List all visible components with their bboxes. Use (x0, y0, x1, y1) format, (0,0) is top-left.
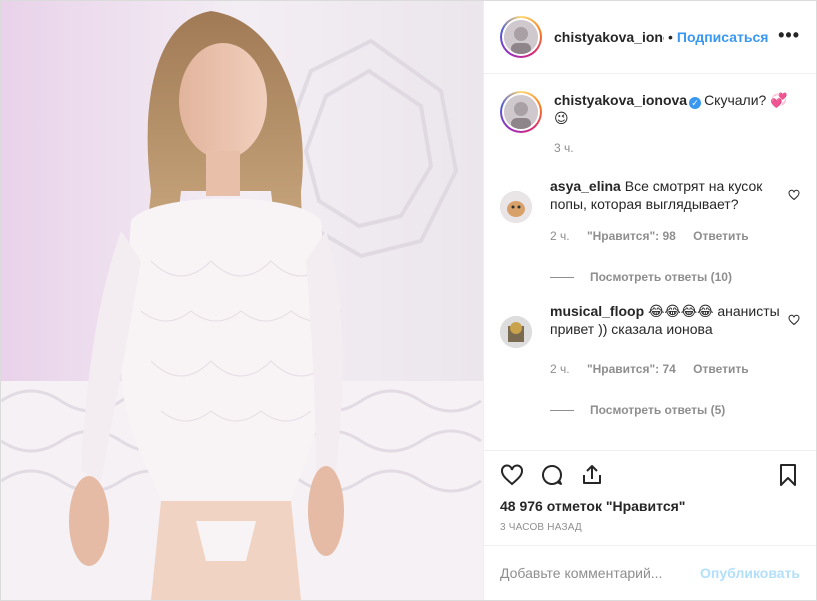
follow-button[interactable]: Подписаться (677, 29, 769, 45)
comment-likes[interactable]: "Нравится": 98 (587, 229, 676, 243)
comment-time[interactable]: 2 ч. (550, 362, 570, 376)
comment-icon[interactable] (540, 463, 564, 487)
view-replies-button[interactable]: Посмотреть ответы (5) (550, 403, 800, 417)
comment-time[interactable]: 2 ч. (550, 229, 570, 243)
separator-dot: • (668, 29, 673, 45)
comment-meta: 2 ч. "Нравится": 74 Ответить (550, 360, 780, 378)
reply-button[interactable]: Ответить (693, 362, 748, 376)
caption-body: chistyakova_ionova ✓ Скучали? 💞 😉 3 ч. (554, 91, 794, 157)
post-timestamp: 3 ЧАСОВ НАЗАД (500, 522, 582, 533)
reply-button[interactable]: Ответить (693, 229, 748, 243)
comment-meta: 2 ч. "Нравится": 98 Ответить (550, 227, 780, 245)
heart-icon[interactable] (500, 463, 524, 487)
caption-username[interactable]: chistyakova_ionova (554, 92, 687, 108)
post-photo[interactable] (1, 1, 483, 600)
instagram-post: chistyakova_ionc • Подписаться ••• chist… (0, 0, 817, 601)
verified-icon: ✓ (689, 97, 702, 109)
view-replies-label: Посмотреть ответы (10) (590, 270, 732, 284)
view-replies-label: Посмотреть ответы (5) (590, 403, 726, 417)
post-side-panel: chistyakova_ionc • Подписаться ••• chist… (483, 1, 816, 600)
commenter-avatar[interactable] (500, 316, 532, 348)
caption: chistyakova_ionova ✓ Скучали? 💞 😉 3 ч. (500, 91, 800, 157)
view-replies-button[interactable]: Посмотреть ответы (10) (550, 270, 800, 284)
post-image (1, 1, 483, 600)
caption-avatar[interactable] (500, 91, 542, 133)
author-avatar[interactable] (500, 16, 542, 58)
post-header: chistyakova_ionc • Подписаться ••• (484, 1, 816, 74)
comment-body: asya_elina Все смотрят на кусок попы, ко… (550, 177, 780, 245)
caption-text: Скучали? 💞 (704, 92, 788, 108)
caption-emoji: 😉 (554, 110, 569, 126)
comment-like-heart-icon[interactable] (788, 314, 800, 326)
header-username[interactable]: chistyakova_ionc (554, 29, 664, 45)
share-icon[interactable] (580, 463, 604, 487)
publish-button[interactable]: Опубликовать (700, 565, 800, 581)
comment-username[interactable]: asya_elina (550, 178, 621, 194)
more-options-icon[interactable]: ••• (778, 26, 800, 44)
comment-like-heart-icon[interactable] (788, 189, 800, 201)
commenter-avatar[interactable] (500, 191, 532, 223)
comment-item: asya_elina Все смотрят на кусок попы, ко… (500, 177, 800, 245)
comment-username[interactable]: musical_floop (550, 303, 644, 319)
comment-input[interactable] (500, 565, 701, 581)
comment-body: musical_floop 😂😂😂😂 ананисты привет )) ск… (550, 302, 780, 378)
replies-divider (550, 409, 574, 411)
likes-count[interactable]: 48 976 отметок "Нравится" (500, 498, 685, 514)
comment-likes[interactable]: "Нравится": 74 (587, 362, 676, 376)
add-comment-bar: Опубликовать (484, 545, 816, 600)
comment-item: musical_floop 😂😂😂😂 ананисты привет )) ск… (500, 302, 800, 378)
post-actions (484, 450, 816, 502)
bookmark-icon[interactable] (776, 463, 800, 487)
comments-list[interactable]: chistyakova_ionova ✓ Скучали? 💞 😉 3 ч. asy… (484, 75, 816, 450)
caption-time: 3 ч. (554, 141, 574, 155)
replies-divider (550, 276, 574, 278)
